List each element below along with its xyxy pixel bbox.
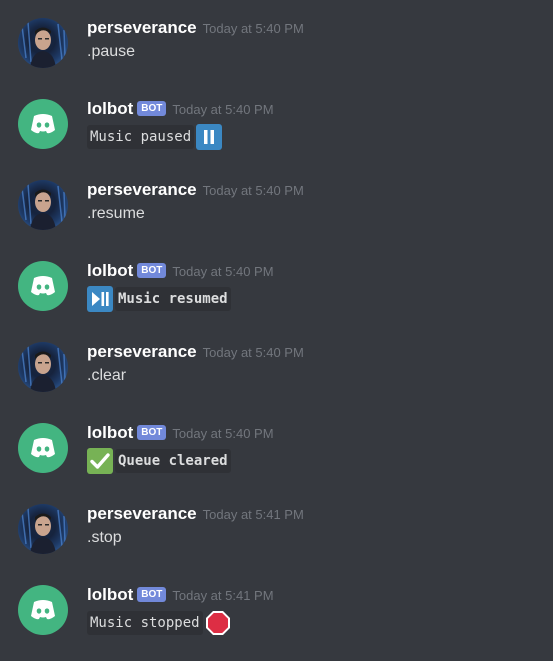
avatar[interactable] <box>18 504 68 554</box>
check-mark-icon <box>87 448 113 474</box>
play-pause-button-icon <box>87 286 113 312</box>
chat-message: perseverance Today at 5:41 PM .stop <box>0 504 553 574</box>
message-code-text: Music resumed <box>115 287 231 311</box>
avatar[interactable] <box>18 18 68 68</box>
timestamp: Today at 5:41 PM <box>202 506 304 522</box>
bot-badge: BOT <box>137 424 167 440</box>
username[interactable]: perseverance <box>87 180 197 199</box>
username[interactable]: lolbot <box>87 423 133 442</box>
timestamp: Today at 5:40 PM <box>172 101 274 117</box>
username[interactable]: lolbot <box>87 99 133 118</box>
message-text: .pause <box>87 43 136 60</box>
message-text: .clear <box>87 367 127 384</box>
chat-message-list: perseverance Today at 5:40 PM .pause lolb… <box>0 0 553 661</box>
username[interactable]: lolbot <box>87 261 133 280</box>
avatar[interactable] <box>18 585 68 635</box>
timestamp: Today at 5:40 PM <box>202 344 304 360</box>
avatar[interactable] <box>18 180 68 230</box>
username[interactable]: lolbot <box>87 585 133 604</box>
timestamp: Today at 5:40 PM <box>172 425 274 441</box>
username[interactable]: perseverance <box>87 342 197 361</box>
chat-message: lolbot BOT Today at 5:41 PM Music stopped <box>0 585 553 655</box>
bot-badge: BOT <box>137 586 167 602</box>
stop-sign-icon <box>205 610 231 636</box>
bot-badge: BOT <box>137 100 167 116</box>
chat-message: perseverance Today at 5:40 PM .resume <box>0 180 553 250</box>
chat-message: perseverance Today at 5:40 PM .clear <box>0 342 553 412</box>
chat-message: lolbot BOT Today at 5:40 PM Music paused <box>0 99 553 169</box>
avatar[interactable] <box>18 423 68 473</box>
discord-logo-icon <box>31 276 55 296</box>
discord-logo-icon <box>31 114 55 134</box>
bot-badge: BOT <box>137 262 167 278</box>
avatar[interactable] <box>18 261 68 311</box>
avatar[interactable] <box>18 342 68 392</box>
message-code-text: Music stopped <box>87 611 203 635</box>
avatar[interactable] <box>18 99 68 149</box>
discord-logo-icon <box>31 438 55 458</box>
username[interactable]: perseverance <box>87 18 197 37</box>
username[interactable]: perseverance <box>87 504 197 523</box>
chat-message: perseverance Today at 5:40 PM .pause <box>0 18 553 88</box>
message-code-text: Queue cleared <box>115 449 231 473</box>
timestamp: Today at 5:41 PM <box>172 587 274 603</box>
message-text: .resume <box>87 205 145 222</box>
message-code-text: Music paused <box>87 125 195 149</box>
message-text: .stop <box>87 529 122 546</box>
timestamp: Today at 5:40 PM <box>202 20 304 36</box>
timestamp: Today at 5:40 PM <box>202 182 304 198</box>
pause-button-icon <box>196 124 223 150</box>
timestamp: Today at 5:40 PM <box>172 263 274 279</box>
discord-logo-icon <box>31 600 55 620</box>
chat-message: lolbot BOT Today at 5:40 PM Music resumed <box>0 261 553 331</box>
chat-message: lolbot BOT Today at 5:40 PM Queue cleared <box>0 423 553 493</box>
